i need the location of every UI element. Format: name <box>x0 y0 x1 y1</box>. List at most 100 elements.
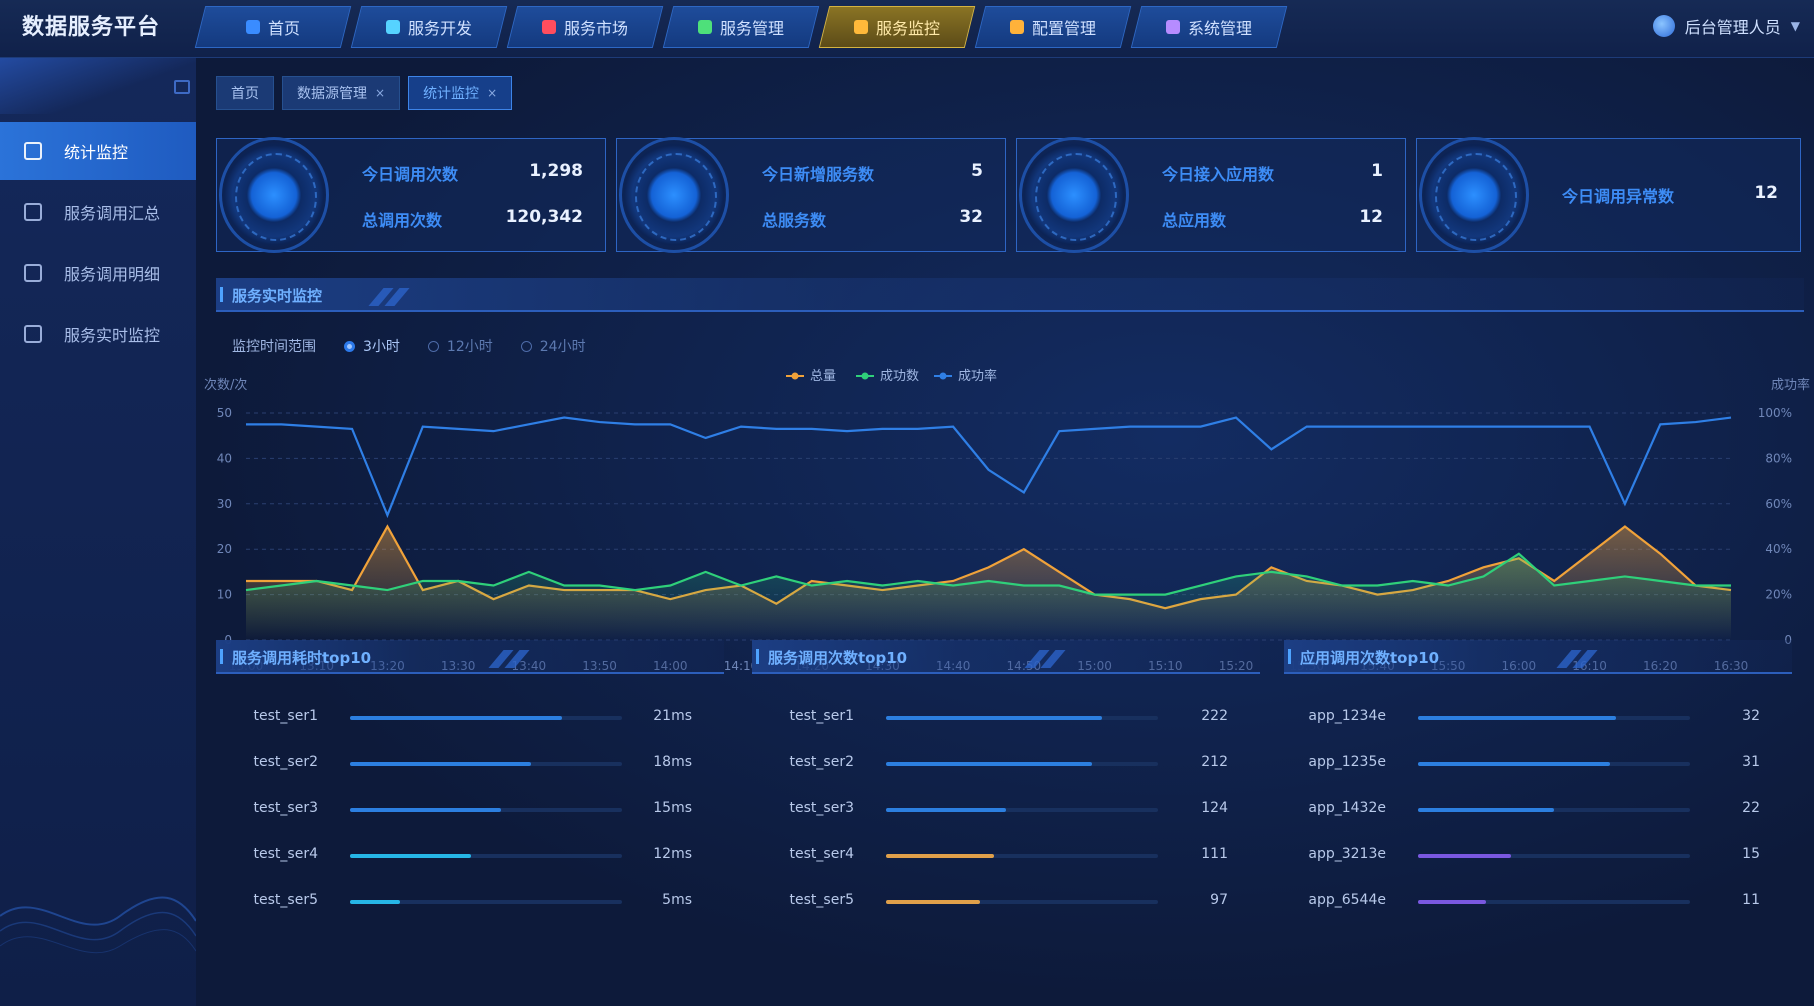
breadcrumb-label: 数据源管理 <box>297 86 367 102</box>
sidebar-item-2[interactable]: 服务调用明细 <box>0 244 196 302</box>
ranking-row: test_ser1 222 <box>752 706 1260 728</box>
ranking-item-name: app_1432e <box>1308 800 1386 816</box>
ranking-item-value: 12ms <box>653 846 692 862</box>
breadcrumb-tab-0[interactable]: 首页 <box>216 76 274 110</box>
y-tick-label: 30 <box>217 497 232 511</box>
stat-row: 今日新增服务数 5 <box>762 161 983 185</box>
ranking-item-value: 97 <box>1210 892 1228 908</box>
user-menu[interactable]: 后台管理人员 ▼ <box>1652 14 1800 38</box>
radio-dot-icon <box>427 340 439 352</box>
y2-tick-label: 80% <box>1765 451 1792 465</box>
legend-label: 总量 <box>810 369 836 384</box>
cube-icon <box>619 137 729 253</box>
ranking-item-value: 212 <box>1201 754 1228 770</box>
radio-dot-icon <box>344 340 355 352</box>
stat-card-1: 今日新增服务数 5 总服务数 32 <box>616 137 1006 253</box>
stat-label: 今日新增服务数 <box>762 165 875 184</box>
ranking-bar-fill <box>350 854 471 858</box>
ranking-title: 服务调用次数top10 <box>768 649 908 667</box>
ranking-item-value: 22 <box>1742 800 1760 816</box>
range-option-2[interactable]: 24小时 <box>520 336 586 356</box>
ranking-bar-fill <box>350 808 502 812</box>
summary-icon <box>24 203 42 221</box>
sidebar-item-label: 服务调用汇总 <box>64 204 161 223</box>
y-tick-label: 40 <box>217 451 232 465</box>
nav-tab-2[interactable]: 服务市场 <box>506 6 664 48</box>
stat-label: 今日调用异常数 <box>1562 187 1675 206</box>
ranking-row: test_ser4 111 <box>752 844 1260 866</box>
range-option-1[interactable]: 12小时 <box>427 336 493 356</box>
y2-tick-label: 40% <box>1765 542 1792 556</box>
ranking-panel-2: 应用调用次数top10 app_1234e 32 app_1235e 31 app_143… <box>1284 640 1792 998</box>
breadcrumb-label: 统计监控 <box>423 86 480 102</box>
y-tick-label: 10 <box>217 588 232 602</box>
ranking-bar-track <box>886 762 1158 766</box>
ranking-item-value: 18ms <box>653 754 692 770</box>
ranking-panel-1: 服务调用次数top10 test_ser1 222 test_ser2 212 test_… <box>752 640 1260 998</box>
nav-tab-5[interactable]: 配置管理 <box>974 6 1132 48</box>
stat-row: 今日接入应用数 1 <box>1162 161 1383 185</box>
ranking-bar-track <box>1418 808 1690 812</box>
stat-card-0: 今日调用次数 1,298 总调用次数 120,342 <box>216 137 606 253</box>
stat-value: 120,342 <box>505 207 583 227</box>
ranking-item-value: 222 <box>1201 708 1228 724</box>
ranking-bar-fill <box>1418 716 1616 720</box>
chip-icon <box>1019 137 1129 253</box>
nav-tab-inner: 首页 <box>245 15 300 39</box>
close-icon[interactable]: × <box>375 86 385 100</box>
nav-tab-label: 系统管理 <box>1187 19 1252 38</box>
ranking-item-value: 32 <box>1742 708 1760 724</box>
sidebar-item-3[interactable]: 服务实时监控 <box>0 305 196 363</box>
main-nav: 首页 服务开发 服务市场 服务管理 服务监控 配置管理 系统管理 <box>194 6 1288 48</box>
y-tick-label: 50 <box>217 406 232 420</box>
nav-tab-6[interactable]: 系统管理 <box>1130 6 1288 48</box>
ranking-bar-fill <box>350 762 532 766</box>
breadcrumb-tab-2[interactable]: 统计监控 × <box>408 76 513 110</box>
ranking-row: test_ser3 15ms <box>216 798 724 820</box>
collapse-sidebar-icon[interactable] <box>174 80 190 94</box>
ranking-bar-fill <box>886 900 981 904</box>
ranking-bar-track <box>350 808 622 812</box>
sidebar-item-1[interactable]: 服务调用汇总 <box>0 183 196 241</box>
y2-tick-label: 100% <box>1758 406 1792 420</box>
ranking-bar-track <box>350 716 622 720</box>
nav-tab-inner: 配置管理 <box>1009 15 1096 39</box>
top-bar: 数据服务平台 首页 服务开发 服务市场 服务管理 服务监控 配置管理 系统管理 后台管理人员… <box>0 0 1814 58</box>
legend-marker <box>861 372 869 380</box>
range-option-0[interactable]: 3小时 <box>344 336 400 356</box>
section-marker <box>1288 649 1291 664</box>
nav-tab-1[interactable]: 服务开发 <box>350 6 508 48</box>
wave-decoration <box>0 896 196 954</box>
ranking-bar-track <box>886 808 1158 812</box>
sidebar-item-label: 服务实时监控 <box>64 326 161 345</box>
ranking-bar-fill <box>886 808 1007 812</box>
sidebar: 统计监控服务调用汇总服务调用明细服务实时监控 <box>0 58 196 1006</box>
sidebar-item-0[interactable]: 统计监控 <box>0 122 196 180</box>
ranking-item-value: 21ms <box>653 708 692 724</box>
key-icon <box>697 20 712 34</box>
nav-tab-label: 首页 <box>267 19 300 38</box>
realtime-section-header: 服务实时监控 <box>216 278 1804 312</box>
nav-tab-3[interactable]: 服务管理 <box>662 6 820 48</box>
user-avatar-icon <box>1652 15 1675 37</box>
globe-icon <box>219 137 329 253</box>
y2-axis-label: 成功率 <box>1771 377 1810 393</box>
nav-tab-0[interactable]: 首页 <box>194 6 352 48</box>
ranking-item-name: test_ser3 <box>789 800 854 816</box>
ranking-row: test_ser2 212 <box>752 752 1260 774</box>
realtime-icon <box>24 325 42 343</box>
ranking-row: app_6544e 11 <box>1284 890 1792 912</box>
ranking-bar-track <box>350 854 622 858</box>
ranking-row: test_ser1 21ms <box>216 706 724 728</box>
stat-card-3: 今日调用异常数 12 <box>1416 137 1801 253</box>
breadcrumb-tab-1[interactable]: 数据源管理 × <box>282 76 401 110</box>
ranking-bar-fill <box>886 716 1102 720</box>
stat-value: 12 <box>1754 183 1778 203</box>
stat-row: 总应用数 12 <box>1162 207 1383 231</box>
ranking-item-name: test_ser4 <box>789 846 854 862</box>
close-icon[interactable]: × <box>487 86 497 100</box>
legend-marker <box>939 372 947 380</box>
ranking-bar-fill <box>1418 900 1486 904</box>
ranking-panel-0: 服务调用耗时top10 test_ser1 21ms test_ser2 18ms tes… <box>216 640 724 998</box>
nav-tab-4[interactable]: 服务监控 <box>818 6 976 48</box>
